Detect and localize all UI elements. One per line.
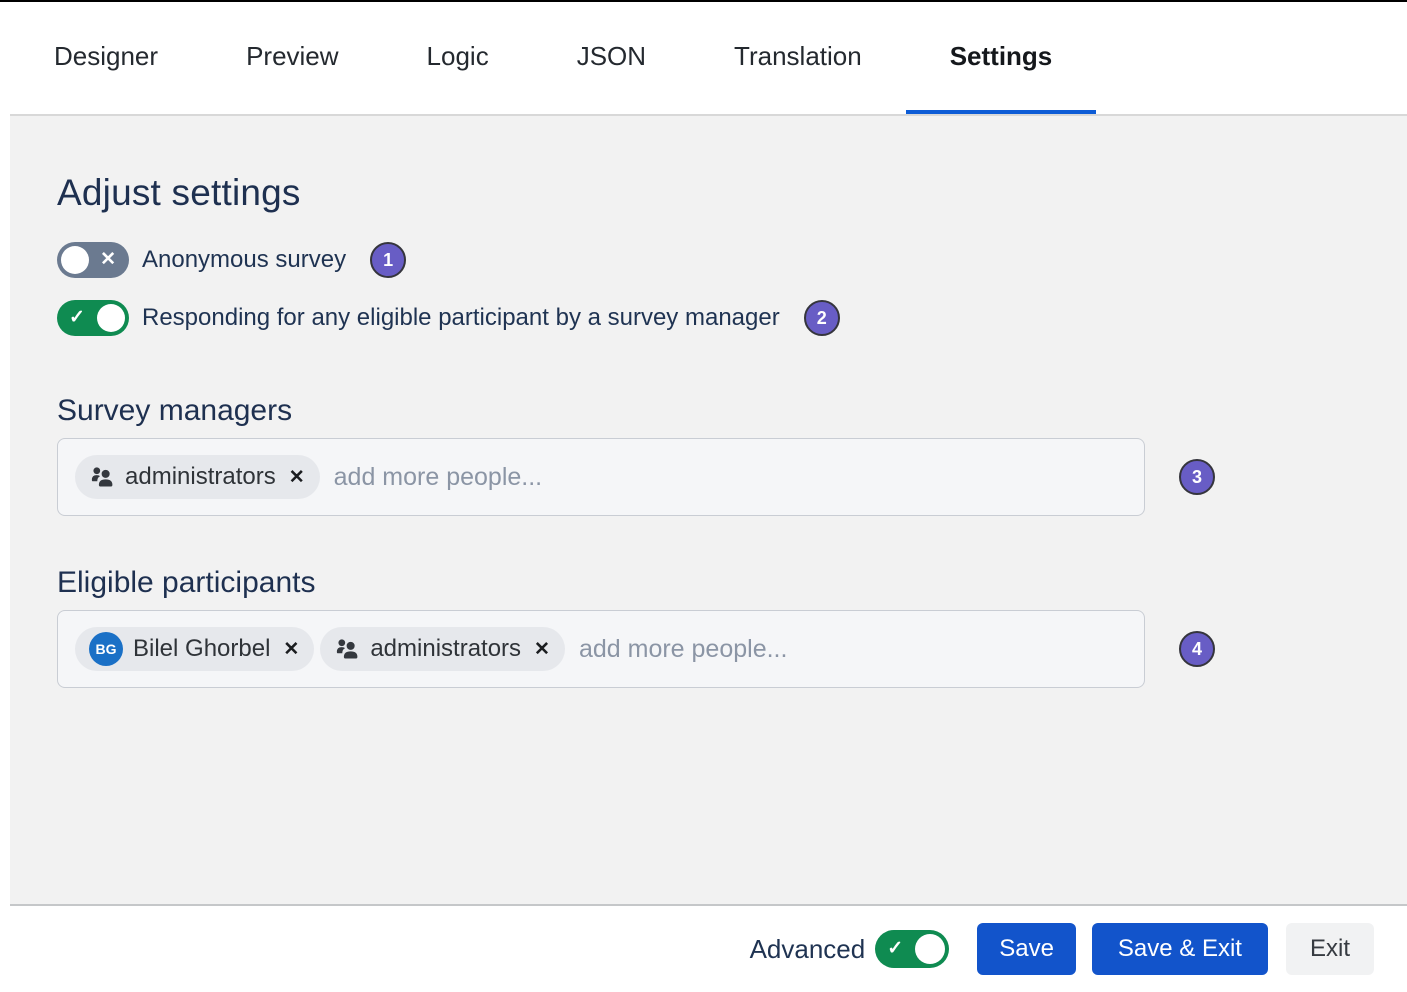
chip-administrators[interactable]: administrators ✕ [320, 627, 565, 671]
step-badge-1: 1 [370, 242, 407, 278]
people-icon [89, 464, 115, 490]
survey-managers-input[interactable]: administrators ✕ add more people... [57, 438, 1145, 516]
chip-administrators[interactable]: administrators ✕ [75, 455, 320, 499]
advanced-toggle[interactable]: ✓ [875, 930, 950, 968]
toggle-knob [97, 304, 125, 332]
tab-bar: Designer Preview Logic JSON Translation … [0, 2, 1407, 114]
chip-label: administrators [125, 463, 276, 490]
responding-row: ✓ Responding for any eligible participan… [57, 300, 1407, 336]
toggle-knob [61, 246, 89, 274]
eligible-participants-field-row: BG Bilel Ghorbel ✕ administrators ✕ add … [57, 610, 1407, 688]
check-icon: ✓ [69, 307, 85, 329]
anonymous-survey-label: Anonymous survey [142, 246, 347, 273]
chip-remove-icon[interactable]: ✕ [289, 468, 305, 487]
chip-bilel-ghorbel[interactable]: BG Bilel Ghorbel ✕ [75, 627, 315, 671]
toggle-knob [915, 934, 946, 964]
save-and-exit-button[interactable]: Save & Exit [1091, 923, 1268, 975]
chip-label: Bilel Ghorbel [133, 635, 271, 662]
step-badge-3: 3 [1179, 459, 1215, 495]
survey-managers-title: Survey managers [57, 394, 293, 427]
responding-label: Responding for any eligible participant … [142, 304, 780, 331]
x-icon: ✕ [100, 249, 116, 271]
anonymous-survey-toggle[interactable]: ✕ [57, 242, 129, 278]
step-badge-4: 4 [1179, 631, 1215, 667]
eligible-participants-title: Eligible participants [57, 566, 316, 599]
people-icon [334, 636, 360, 662]
eligible-participants-input[interactable]: BG Bilel Ghorbel ✕ administrators ✕ add … [57, 610, 1145, 688]
tab-json[interactable]: JSON [533, 2, 690, 114]
survey-managers-field-row: administrators ✕ add more people... 3 [57, 438, 1407, 516]
anonymous-survey-row: ✕ Anonymous survey 1 [57, 242, 1407, 278]
tab-translation[interactable]: Translation [690, 2, 906, 114]
advanced-label: Advanced [749, 933, 866, 964]
check-icon: ✓ [887, 938, 904, 960]
chip-remove-icon[interactable]: ✕ [283, 640, 299, 659]
settings-panel: Adjust settings ✕ Anonymous survey 1 ✓ R… [10, 114, 1407, 906]
chip-label: administrators [370, 635, 522, 662]
add-people-placeholder: add more people... [578, 634, 788, 663]
tab-settings[interactable]: Settings [905, 2, 1097, 114]
tab-designer[interactable]: Designer [10, 2, 202, 114]
chip-remove-icon[interactable]: ✕ [534, 640, 550, 659]
save-button[interactable]: Save [977, 923, 1076, 975]
avatar: BG [89, 632, 123, 666]
step-badge-2: 2 [803, 300, 840, 336]
tab-preview[interactable]: Preview [202, 2, 382, 114]
page-title: Adjust settings [57, 172, 301, 213]
responding-toggle[interactable]: ✓ [57, 300, 129, 336]
footer-bar: Advanced ✓ Save Save & Exit Exit [0, 906, 1407, 992]
tab-logic[interactable]: Logic [383, 2, 533, 114]
add-people-placeholder: add more people... [333, 462, 543, 491]
exit-button[interactable]: Exit [1285, 923, 1374, 975]
